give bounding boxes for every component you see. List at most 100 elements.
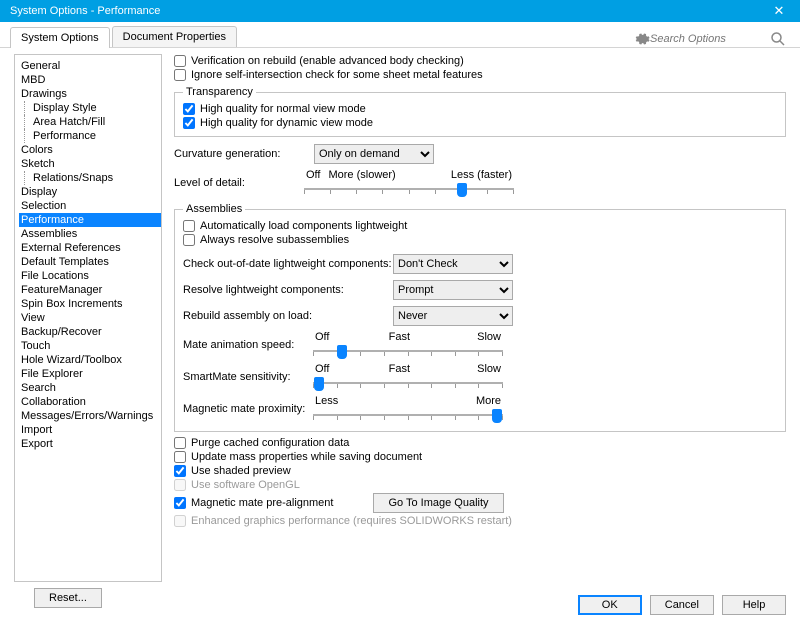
bottom-check-row: Enhanced graphics performance (requires … bbox=[174, 514, 786, 528]
tree-item[interactable]: Performance bbox=[19, 129, 161, 143]
tree-item[interactable]: Colors bbox=[19, 143, 161, 157]
reset-button[interactable]: Reset... bbox=[34, 588, 102, 608]
tree-item[interactable]: Touch bbox=[19, 339, 161, 353]
title-bar: System Options - Performance ✕ bbox=[0, 0, 800, 22]
search-icon bbox=[770, 31, 786, 47]
bottom-check-row: Update mass properties while saving docu… bbox=[174, 450, 786, 464]
bottom-check-checkbox bbox=[174, 515, 186, 527]
lod-less-label: Less (faster) bbox=[451, 169, 512, 181]
resolve-lw-select[interactable]: Prompt bbox=[393, 280, 513, 300]
tree-item[interactable]: Import bbox=[19, 423, 161, 437]
window-title: System Options - Performance bbox=[6, 5, 764, 17]
tree-item[interactable]: Performance bbox=[19, 213, 161, 227]
tab-bar: System Options Document Properties bbox=[0, 22, 800, 48]
tree-item[interactable]: Relations/Snaps bbox=[19, 171, 161, 185]
lod-more-label: More (slower) bbox=[328, 169, 395, 181]
bottom-check-row: Magnetic mate pre-alignment Go To Image Q… bbox=[174, 492, 786, 514]
bottom-check-row: Use software OpenGL bbox=[174, 478, 786, 492]
settings-panel: Verification on rebuild (enable advanced… bbox=[162, 54, 790, 582]
tree-item[interactable]: General bbox=[19, 59, 161, 73]
curvature-label: Curvature generation: bbox=[174, 148, 314, 160]
tree-item[interactable]: Backup/Recover bbox=[19, 325, 161, 339]
tree-item[interactable]: Display Style bbox=[19, 101, 161, 115]
bottom-check-label: Purge cached configuration data bbox=[191, 437, 349, 449]
assembly-check-checkbox[interactable] bbox=[183, 234, 195, 246]
bottom-check-label: Magnetic mate pre-alignment bbox=[191, 497, 333, 509]
rebuild-select[interactable]: Never bbox=[393, 306, 513, 326]
top-check-row: Ignore self-intersection check for some … bbox=[174, 68, 786, 82]
check-ood-select[interactable]: Don't Check bbox=[393, 254, 513, 274]
mate-anim-slider[interactable] bbox=[313, 343, 503, 359]
top-check-checkbox[interactable] bbox=[174, 69, 186, 81]
bottom-check-checkbox[interactable] bbox=[174, 465, 186, 477]
tree-item[interactable]: Assemblies bbox=[19, 227, 161, 241]
assembly-check-checkbox[interactable] bbox=[183, 220, 195, 232]
tree-item[interactable]: Spin Box Increments bbox=[19, 297, 161, 311]
tree-item[interactable]: Search bbox=[19, 381, 161, 395]
close-icon[interactable]: ✕ bbox=[764, 3, 794, 19]
mag-prox-slider[interactable] bbox=[313, 407, 503, 423]
image-quality-button[interactable]: Go To Image Quality bbox=[373, 493, 503, 513]
rebuild-label: Rebuild assembly on load: bbox=[183, 310, 393, 322]
tree-item[interactable]: Export bbox=[19, 437, 161, 451]
level-of-detail-row: Level of detail: Off More (slower) Less … bbox=[174, 167, 786, 199]
transparency-check-row: High quality for normal view mode bbox=[183, 102, 777, 116]
assembly-check-row: Always resolve subassemblies bbox=[183, 233, 777, 247]
gear-icon bbox=[634, 31, 650, 47]
top-check-label: Verification on rebuild (enable advanced… bbox=[191, 55, 464, 67]
category-tree[interactable]: GeneralMBDDrawingsDisplay StyleArea Hatc… bbox=[14, 54, 162, 582]
check-ood-label: Check out-of-date lightweight components… bbox=[183, 258, 393, 270]
bottom-check-checkbox[interactable] bbox=[174, 437, 186, 449]
tab-system-options[interactable]: System Options bbox=[10, 27, 110, 48]
ok-button[interactable]: OK bbox=[578, 595, 642, 615]
assemblies-group: Assemblies Automatically load components… bbox=[174, 203, 786, 432]
assembly-check-row: Automatically load components lightweigh… bbox=[183, 219, 777, 233]
search-box[interactable] bbox=[634, 31, 790, 47]
level-of-detail-label: Level of detail: bbox=[174, 177, 304, 189]
transparency-check-checkbox[interactable] bbox=[183, 117, 195, 129]
search-input[interactable] bbox=[650, 33, 770, 45]
transparency-check-label: High quality for dynamic view mode bbox=[200, 117, 373, 129]
assembly-check-label: Always resolve subassemblies bbox=[200, 234, 349, 246]
mag-prox-label: Magnetic mate proximity: bbox=[183, 403, 313, 415]
bottom-check-checkbox[interactable] bbox=[174, 497, 186, 509]
curvature-row: Curvature generation: Only on demand bbox=[174, 141, 786, 167]
tree-item[interactable]: File Locations bbox=[19, 269, 161, 283]
transparency-check-row: High quality for dynamic view mode bbox=[183, 116, 777, 130]
resolve-lw-label: Resolve lightweight components: bbox=[183, 284, 393, 296]
help-button[interactable]: Help bbox=[722, 595, 786, 615]
bottom-check-label: Use shaded preview bbox=[191, 465, 291, 477]
transparency-check-checkbox[interactable] bbox=[183, 103, 195, 115]
cancel-button[interactable]: Cancel bbox=[650, 595, 714, 615]
top-check-label: Ignore self-intersection check for some … bbox=[191, 69, 483, 81]
smartmate-slider[interactable] bbox=[313, 375, 503, 391]
tree-item[interactable]: FeatureManager bbox=[19, 283, 161, 297]
bottom-check-row: Purge cached configuration data bbox=[174, 436, 786, 450]
tab-document-properties[interactable]: Document Properties bbox=[112, 26, 237, 47]
dialog-buttons: OK Cancel Help bbox=[578, 595, 786, 615]
smartmate-label: SmartMate sensitivity: bbox=[183, 371, 313, 383]
tree-item[interactable]: View bbox=[19, 311, 161, 325]
tree-item[interactable]: Messages/Errors/Warnings bbox=[19, 409, 161, 423]
top-check-checkbox[interactable] bbox=[174, 55, 186, 67]
bottom-check-checkbox[interactable] bbox=[174, 451, 186, 463]
assemblies-legend: Assemblies bbox=[183, 203, 245, 215]
tree-item[interactable]: Collaboration bbox=[19, 395, 161, 409]
curvature-select[interactable]: Only on demand bbox=[314, 144, 434, 164]
tree-item[interactable]: Drawings bbox=[19, 87, 161, 101]
tree-item[interactable]: File Explorer bbox=[19, 367, 161, 381]
assembly-check-label: Automatically load components lightweigh… bbox=[200, 220, 407, 232]
tree-item[interactable]: Hole Wizard/Toolbox bbox=[19, 353, 161, 367]
top-check-row: Verification on rebuild (enable advanced… bbox=[174, 54, 786, 68]
tree-item[interactable]: Sketch bbox=[19, 157, 161, 171]
tree-item[interactable]: External References bbox=[19, 241, 161, 255]
transparency-legend: Transparency bbox=[183, 86, 256, 98]
bottom-check-label: Update mass properties while saving docu… bbox=[191, 451, 422, 463]
bottom-check-label: Use software OpenGL bbox=[191, 479, 300, 491]
level-of-detail-slider[interactable] bbox=[304, 181, 514, 197]
tree-item[interactable]: Selection bbox=[19, 199, 161, 213]
tree-item[interactable]: Display bbox=[19, 185, 161, 199]
tree-item[interactable]: MBD bbox=[19, 73, 161, 87]
tree-item[interactable]: Area Hatch/Fill bbox=[19, 115, 161, 129]
tree-item[interactable]: Default Templates bbox=[19, 255, 161, 269]
